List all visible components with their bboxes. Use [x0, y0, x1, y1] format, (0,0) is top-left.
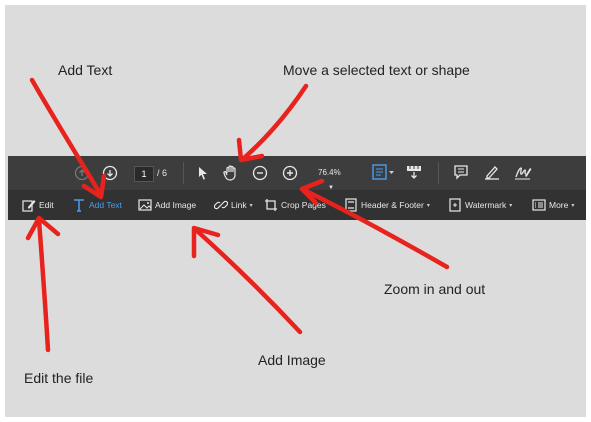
highlight-pen-icon[interactable]: [483, 164, 501, 180]
zoom-level-select[interactable]: 76.4% ▼: [318, 166, 358, 191]
header-footer-icon: [344, 198, 358, 212]
comment-icon[interactable]: [453, 164, 469, 180]
zoom-in-icon[interactable]: [282, 165, 298, 181]
add-text-icon: [72, 198, 86, 212]
scroll-mode-icon[interactable]: [406, 164, 422, 180]
zoom-out-icon[interactable]: [252, 165, 268, 181]
more-label: More: [549, 200, 569, 210]
chevron-down-icon: ▾: [509, 202, 513, 209]
page-fit-icon[interactable]: [372, 164, 396, 180]
header-footer-button[interactable]: Header & Footer ▾: [344, 197, 430, 213]
edit-tools-toolbar: Edit Add Text Add Image Link ▾ Crop Page…: [8, 190, 586, 220]
crop-pages-button[interactable]: Crop Pages: [264, 197, 326, 213]
annotation-add-text: Add Text: [58, 62, 113, 78]
arrow-up-circle-icon[interactable]: [74, 165, 90, 181]
chevron-down-icon: ▾: [571, 202, 575, 209]
link-icon: [214, 198, 228, 212]
annotation-add-image: Add Image: [258, 352, 326, 368]
hand-icon[interactable]: [223, 164, 239, 182]
arrow-down-circle-icon[interactable]: [102, 165, 118, 181]
zoom-value: 76.4%: [318, 168, 341, 177]
header-footer-label: Header & Footer: [361, 200, 424, 210]
watermark-label: Watermark: [465, 200, 507, 210]
link-label: Link: [231, 200, 247, 210]
toolbar-divider: [438, 162, 439, 184]
page-total-label: / 6: [157, 168, 168, 178]
edit-label: Edit: [39, 200, 54, 210]
chevron-down-icon: ▾: [426, 202, 430, 209]
annotation-edit-file: Edit the file: [24, 370, 94, 386]
watermark-icon: [448, 198, 462, 212]
more-icon: [532, 198, 546, 212]
sign-icon[interactable]: [513, 164, 533, 180]
chevron-down-icon: ▾: [249, 202, 253, 209]
add-text-button[interactable]: Add Text: [72, 197, 122, 213]
more-button[interactable]: More ▾: [532, 197, 574, 213]
watermark-button[interactable]: Watermark ▾: [448, 197, 512, 213]
add-image-icon: [138, 198, 152, 212]
link-button[interactable]: Link ▾: [214, 197, 253, 213]
annotation-move-selected: Move a selected text or shape: [283, 62, 470, 78]
page-number-input[interactable]: 1: [134, 166, 154, 182]
add-text-label: Add Text: [89, 200, 122, 210]
edit-icon: [22, 198, 36, 212]
crop-icon: [264, 198, 278, 212]
crop-pages-label: Crop Pages: [281, 200, 326, 210]
add-image-button[interactable]: Add Image: [138, 197, 196, 213]
annotation-zoom: Zoom in and out: [384, 281, 486, 297]
add-image-label: Add Image: [155, 200, 197, 210]
pdf-toolbar-top: 1 / 6 76.4% ▼: [8, 156, 586, 191]
toolbar-divider: [183, 162, 184, 184]
select-cursor-icon[interactable]: [196, 165, 210, 181]
edit-button[interactable]: Edit: [22, 197, 54, 213]
